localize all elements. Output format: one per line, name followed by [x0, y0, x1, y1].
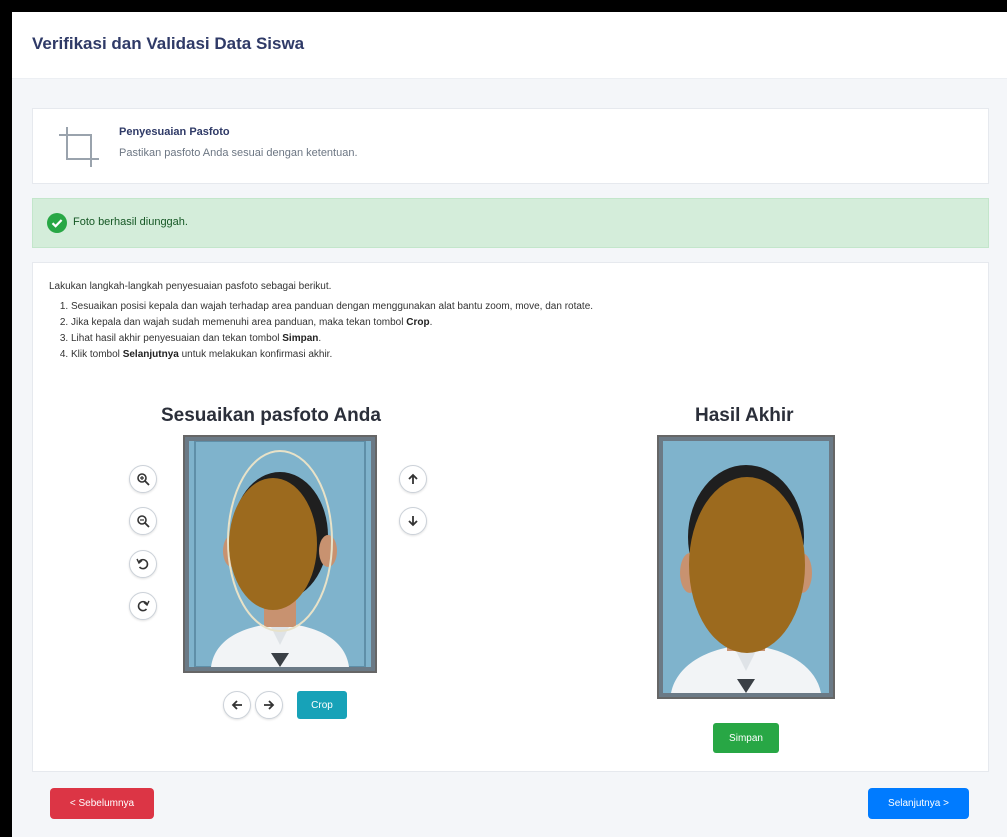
rotate-left-button[interactable]	[129, 550, 157, 578]
instruction-item: Klik tombol Selanjutnya untuk melakukan …	[71, 347, 593, 363]
instruction-item: Jika kepala dan wajah sudah memenuhi are…	[71, 315, 593, 331]
result-title: Hasil Akhir	[695, 405, 794, 426]
adjust-photo-cropper[interactable]	[183, 435, 377, 673]
move-down-button[interactable]	[399, 507, 427, 535]
instructions-list: Sesuaikan posisi kepala dan wajah terhad…	[57, 299, 593, 363]
zoom-out-button[interactable]	[129, 507, 157, 535]
next-button[interactable]: Selanjutnya >	[868, 788, 969, 819]
move-up-button[interactable]	[399, 465, 427, 493]
check-circle-icon	[47, 213, 67, 233]
result-photo	[657, 435, 835, 699]
alert-message: Foto berhasil diunggah.	[73, 216, 188, 228]
page-header: Verifikasi dan Validasi Data Siswa	[12, 12, 1007, 79]
adjust-photo-image	[189, 441, 371, 667]
adjust-title: Sesuaikan pasfoto Anda	[161, 405, 381, 426]
page-title: Verifikasi dan Validasi Data Siswa	[32, 34, 305, 53]
zoom-in-button[interactable]	[129, 465, 157, 493]
instructions-intro: Lakukan langkah-langkah penyesuaian pasf…	[49, 281, 332, 292]
step-title: Penyesuaian Pasfoto	[119, 126, 230, 138]
arrow-down-icon	[408, 516, 418, 527]
photo-adjust-card: Lakukan langkah-langkah penyesuaian pasf…	[32, 262, 989, 772]
move-left-button[interactable]	[223, 691, 251, 719]
result-photo-image	[663, 441, 829, 693]
arrow-left-icon	[231, 700, 242, 710]
rotate-right-icon	[137, 600, 150, 612]
arrow-up-icon	[408, 473, 418, 484]
instruction-item: Sesuaikan posisi kepala dan wajah terhad…	[71, 299, 593, 315]
save-button[interactable]: Simpan	[713, 723, 779, 753]
adjust-photo-portrait	[189, 441, 371, 667]
success-alert: Foto berhasil diunggah.	[32, 198, 989, 248]
previous-button[interactable]: < Sebelumnya	[50, 788, 154, 819]
rotate-right-button[interactable]	[129, 592, 157, 620]
zoom-out-icon	[137, 515, 150, 528]
crop-button[interactable]: Crop	[297, 691, 347, 719]
app-frame: Verifikasi dan Validasi Data Siswa Penye…	[12, 12, 1007, 837]
result-photo-portrait	[663, 441, 829, 693]
arrow-right-icon	[264, 700, 275, 710]
step-card: Penyesuaian Pasfoto Pastikan pasfoto And…	[32, 108, 989, 184]
crop-icon	[59, 127, 99, 167]
rotate-left-icon	[136, 558, 149, 570]
zoom-in-icon	[137, 473, 150, 486]
move-right-button[interactable]	[255, 691, 283, 719]
step-description: Pastikan pasfoto Anda sesuai dengan kete…	[119, 147, 358, 159]
instruction-item: Lihat hasil akhir penyesuaian dan tekan …	[71, 331, 593, 347]
